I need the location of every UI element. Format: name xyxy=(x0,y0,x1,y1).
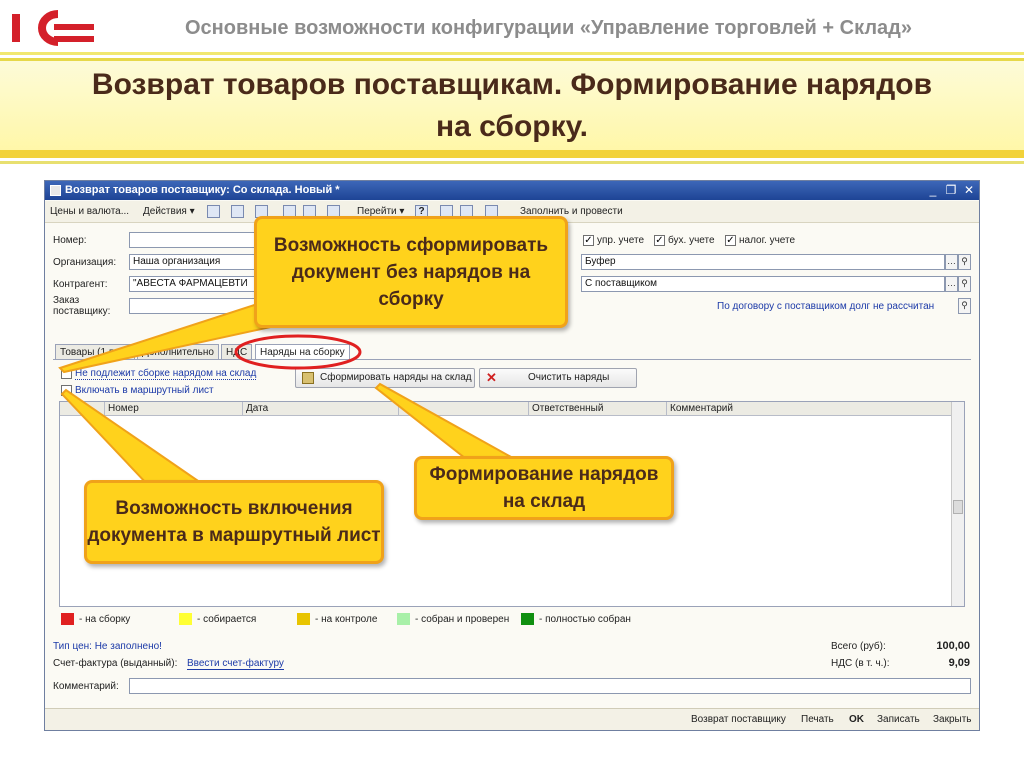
arrow-route-sheet xyxy=(60,388,208,486)
callout-arrows xyxy=(58,298,524,486)
tab-highlight-ellipse xyxy=(234,334,362,370)
callout-no-orders: Возможность сформировать документ без на… xyxy=(254,216,568,328)
callout-route-sheet: Возможность включения документа в маршру… xyxy=(84,480,384,564)
callout-form-orders: Формирование нарядов на склад xyxy=(414,456,674,520)
arrow-form-orders xyxy=(374,382,524,463)
